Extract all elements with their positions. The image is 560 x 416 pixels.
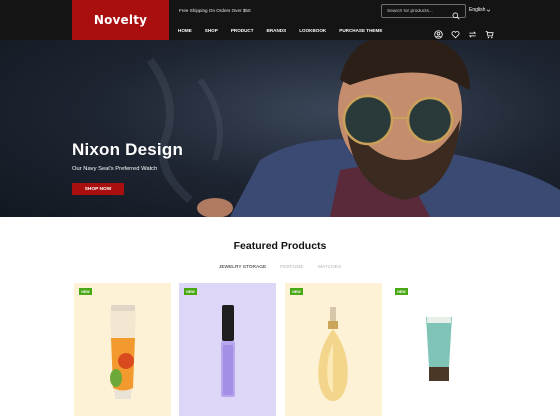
new-badge: NEW: [290, 288, 303, 295]
search-icon[interactable]: [452, 7, 460, 20]
new-badge: NEW: [395, 288, 408, 295]
product-card[interactable]: NEW: [74, 283, 171, 416]
hero-title: Nixon Design: [72, 140, 184, 159]
product-card[interactable]: NEW: [390, 283, 487, 416]
product-card[interactable]: NEW: [285, 283, 382, 416]
nav-item-brands[interactable]: BRANDS: [267, 28, 287, 33]
new-badge: NEW: [184, 288, 197, 295]
featured-title: Featured Products: [233, 240, 327, 252]
new-badge: NEW: [79, 288, 92, 295]
product-card[interactable]: NEW: [179, 283, 276, 416]
compare-icon[interactable]: [468, 26, 477, 38]
header-icons: [434, 26, 494, 39]
heart-icon[interactable]: [451, 26, 460, 39]
nav-item-purchase-theme[interactable]: PURCHASE THEME: [339, 28, 382, 33]
cart-icon[interactable]: [485, 26, 494, 39]
tab-watches[interactable]: WATCHES: [318, 265, 341, 270]
product-image-perfume: [318, 307, 348, 401]
page: Novelty Free Shipping On Orders Over $50…: [0, 0, 560, 416]
main-nav: HOME SHOP PRODUCT BRANDS LOOKBOOK PURCHA…: [178, 28, 395, 33]
user-icon[interactable]: [434, 26, 443, 39]
nav-item-home[interactable]: HOME: [178, 28, 192, 33]
tab-perfume[interactable]: PERFUME: [280, 265, 303, 270]
logo-text: Novelty: [93, 13, 148, 27]
chevron-down-icon: [486, 8, 491, 13]
search-input[interactable]: [387, 6, 453, 16]
site-header: Novelty Free Shipping On Orders Over $50…: [0, 0, 560, 40]
logo[interactable]: Novelty: [72, 0, 169, 40]
search-box: [381, 4, 466, 20]
nav-item-lookbook[interactable]: LOOKBOOK: [299, 28, 326, 33]
nav-item-shop[interactable]: SHOP: [205, 28, 218, 33]
shop-now-button[interactable]: SHOP NOW: [72, 183, 124, 195]
tab-jewelry-storage[interactable]: JEWELRY STORAGE: [219, 265, 266, 270]
hero-subtitle: Our Navy Seal's Preferred Watch: [72, 166, 158, 172]
product-image-lotion: [110, 305, 136, 399]
product-image-lipgloss: [221, 305, 235, 397]
product-grid: NEW NEW NEW NEW: [74, 283, 487, 416]
hero-banner: Nixon Design Our Navy Seal's Preferred W…: [0, 40, 560, 217]
product-image-cream: [426, 317, 452, 381]
shipping-notice: Free Shipping On Orders Over $50: [179, 8, 251, 13]
language-selector[interactable]: English: [469, 7, 491, 13]
language-label: English: [469, 7, 486, 13]
product-tabs: JEWELRY STORAGE PERFUME WATCHES: [0, 265, 560, 270]
nav-item-product[interactable]: PRODUCT: [231, 28, 254, 33]
